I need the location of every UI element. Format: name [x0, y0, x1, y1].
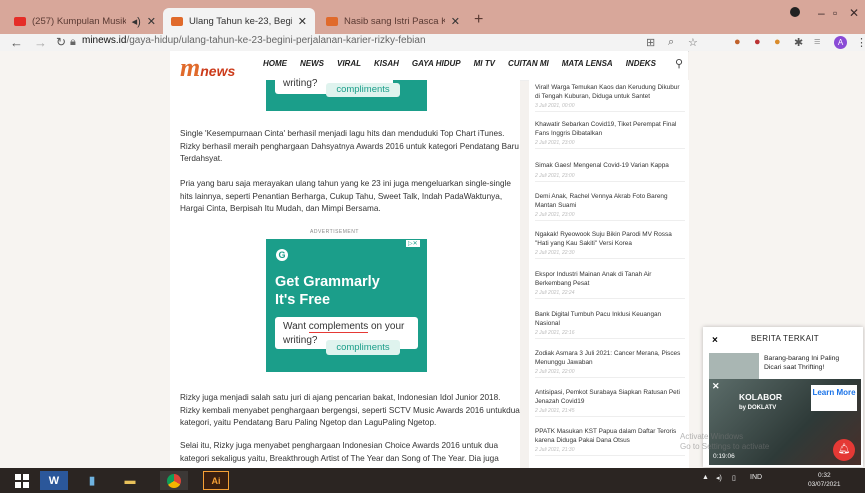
tab-label: Nasib sang Istri Pasca Kepergian: [344, 15, 445, 27]
menu-kisah[interactable]: KISAH: [374, 59, 399, 68]
adchoices-icon[interactable]: ▷✕: [406, 240, 420, 247]
tray-chevron-icon[interactable]: ▲: [702, 474, 709, 481]
minews-icon: [326, 16, 338, 26]
ad-button[interactable]: compliments: [326, 83, 400, 97]
grammarly-icon: G: [276, 249, 288, 261]
ad-label: ADVERTISEMENT: [310, 229, 359, 235]
extension-icon[interactable]: ●: [754, 36, 761, 48]
windows-start-icon[interactable]: [8, 471, 36, 490]
speaker-icon[interactable]: ◂): [132, 15, 141, 28]
grammarly-ad-top[interactable]: writing? compliments: [266, 72, 427, 111]
reload-button[interactable]: ↻: [56, 35, 66, 49]
system-clock[interactable]: 0:32 03/07/2021: [808, 471, 841, 489]
sidebar-news-item[interactable]: Bank Digital Tumbuh Pacu Inklusi Keuanga…: [535, 311, 685, 340]
menu-mi-tv[interactable]: MI TV: [474, 59, 495, 68]
menu-cuitan-mi[interactable]: CUITAN MI: [508, 59, 549, 68]
article-body: writing? compliments Single 'Kesempurnaa…: [170, 72, 520, 468]
translate-icon[interactable]: ⊞: [646, 36, 655, 49]
close-icon[interactable]: ✕: [298, 15, 307, 28]
video-timestamp: 0:19:06: [713, 453, 735, 460]
extension-icon[interactable]: ●: [734, 36, 741, 48]
menu-news[interactable]: NEWS: [300, 59, 324, 68]
url-path: /gaya-hidup/ulang-tahun-ke-23-begini-per…: [126, 35, 426, 46]
article-paragraph: Rizky juga menjadi salah satu juri di aj…: [180, 393, 520, 427]
site-header: mnews HOME NEWS VIRAL KISAH GAYA HIDUP M…: [170, 51, 688, 83]
illustrator-icon[interactable]: Ai: [203, 471, 229, 490]
windows-taskbar: W ▮ ▬ Ai ▲ ◂) ▯ IND 0:32 03/07/2021: [0, 468, 865, 493]
tab-article[interactable]: Ulang Tahun ke-23, Begini Perja ✕: [163, 8, 315, 34]
tab-label: Ulang Tahun ke-23, Begini Perja: [189, 15, 292, 27]
ad-headline: Get Grammarly It's Free: [275, 274, 380, 308]
tab-nasib[interactable]: Nasib sang Istri Pasca Kepergian ✕: [318, 8, 468, 34]
sidebar-news-item[interactable]: Antisipasi, Pemkot Surabaya Siapkan Ratu…: [535, 389, 685, 418]
tab-youtube[interactable]: (257) Kumpulan Musik Indi ◂) ✕: [6, 8, 164, 34]
close-window-button[interactable]: ✕: [849, 6, 859, 20]
bookmark-star-icon[interactable]: ☆: [688, 36, 698, 49]
notification-bell-icon[interactable]: 🔔︎: [833, 439, 855, 461]
lock-icon[interactable]: 🔒︎: [70, 36, 76, 49]
profile-icon[interactable]: [790, 7, 800, 17]
article-paragraph: Selai itu, Rizky juga menyabet pengharga…: [180, 441, 499, 463]
network-icon[interactable]: ▯: [732, 474, 736, 482]
address-bar[interactable]: minews.id/gaya-hidup/ulang-tahun-ke-23-b…: [82, 35, 426, 46]
video-ad-player[interactable]: ✕ KOLABOR by DOKLATV Learn More 0:19:06 🔔…: [709, 379, 861, 465]
close-icon[interactable]: ✕: [712, 381, 720, 392]
sidebar-news-item[interactable]: Khawatir Sebarkan Covid19, Tiket Perempa…: [535, 121, 685, 150]
sidebar-news-item[interactable]: Simak Gaes! Mengenal Covid-19 Varian Kap…: [535, 162, 685, 182]
reading-list-icon[interactable]: ≡: [814, 36, 820, 48]
page-gutter-left: [0, 51, 170, 468]
youtube-icon: [14, 16, 26, 26]
minews-icon: [171, 16, 183, 26]
video-brand: KOLABOR by DOKLATV: [739, 392, 782, 412]
popup-title: BERITA TERKAIT: [751, 334, 819, 343]
activate-windows-watermark: Activate Windows Go to Settings to activa…: [680, 432, 770, 451]
site-logo[interactable]: mnews: [180, 53, 235, 83]
tab-label: (257) Kumpulan Musik Indi: [32, 15, 126, 27]
close-icon[interactable]: ✕: [451, 15, 460, 28]
browser-toolbar: ← → ↻ 🔒︎ minews.id/gaya-hidup/ulang-tahu…: [0, 34, 865, 52]
news-sidebar: Viral! Warga Temukan Kaos dan Kerudung D…: [529, 80, 689, 468]
extension-icon[interactable]: ●: [774, 36, 781, 48]
file-icon[interactable]: ▮: [78, 471, 106, 490]
sidebar-news-item[interactable]: Demi Anak, Rachel Vennya Akrab Foto Bare…: [535, 193, 685, 222]
minimize-button[interactable]: –: [818, 6, 825, 20]
article-paragraph: Pria yang baru saja merayakan ulang tahu…: [180, 179, 511, 213]
language-indicator[interactable]: IND: [750, 474, 762, 481]
sidebar-news-item[interactable]: Ekspor Industri Mainan Anak di Tanah Air…: [535, 271, 685, 300]
extension-icon[interactable]: ✱: [794, 36, 803, 49]
search-icon[interactable]: ⚲: [675, 57, 683, 70]
menu-mata-lensa[interactable]: MATA LENSA: [562, 59, 613, 68]
url-domain: minews.id: [82, 35, 127, 46]
close-icon[interactable]: ✕: [147, 15, 156, 28]
popup-close-button[interactable]: ×: [712, 335, 718, 346]
forward-button[interactable]: →: [34, 35, 47, 50]
learn-more-button[interactable]: Learn More: [811, 385, 857, 411]
volume-icon[interactable]: ◂): [716, 474, 722, 482]
menu-icon[interactable]: ⋮: [856, 36, 865, 49]
menu-gaya-hidup[interactable]: GAYA HIDUP: [412, 59, 461, 68]
related-news-link[interactable]: Barang-barang Ini Paling Dicari saat Thr…: [764, 354, 858, 372]
chrome-icon[interactable]: [160, 471, 188, 490]
ad-button[interactable]: compliments: [326, 340, 400, 355]
sidebar-news-item[interactable]: Ngakak! Ryeowook Suju Bikin Parodi MV Ro…: [535, 231, 685, 260]
file-explorer-icon[interactable]: ▬: [116, 471, 144, 490]
sidebar-news-item[interactable]: PPATK Masukan KST Papua dalam Daftar Ter…: [535, 428, 685, 457]
grammarly-ad[interactable]: G ▷✕ Get Grammarly It's Free Want complem…: [266, 239, 427, 372]
main-menu: HOME NEWS VIRAL KISAH GAYA HIDUP MI TV C…: [263, 59, 669, 68]
sidebar-news-item[interactable]: Zodiak Asmara 3 Juli 2021: Cancer Merana…: [535, 350, 685, 379]
sidebar-news-item[interactable]: Viral! Warga Temukan Kaos dan Kerudung D…: [535, 84, 685, 113]
account-avatar[interactable]: A: [834, 36, 847, 49]
word-icon[interactable]: W: [40, 471, 68, 490]
menu-indeks[interactable]: INDEKS: [626, 59, 656, 68]
back-button[interactable]: ←: [10, 35, 23, 50]
tab-strip: (257) Kumpulan Musik Indi ◂) ✕ Ulang Tah…: [0, 0, 865, 34]
new-tab-button[interactable]: +: [474, 11, 483, 29]
menu-home[interactable]: HOME: [263, 59, 287, 68]
menu-viral[interactable]: VIRAL: [337, 59, 361, 68]
zoom-icon[interactable]: ⌕: [668, 36, 674, 49]
maximize-button[interactable]: ▫: [833, 6, 837, 20]
article-paragraph: Single 'Kesempurnaan Cinta' berhasil men…: [180, 129, 519, 163]
